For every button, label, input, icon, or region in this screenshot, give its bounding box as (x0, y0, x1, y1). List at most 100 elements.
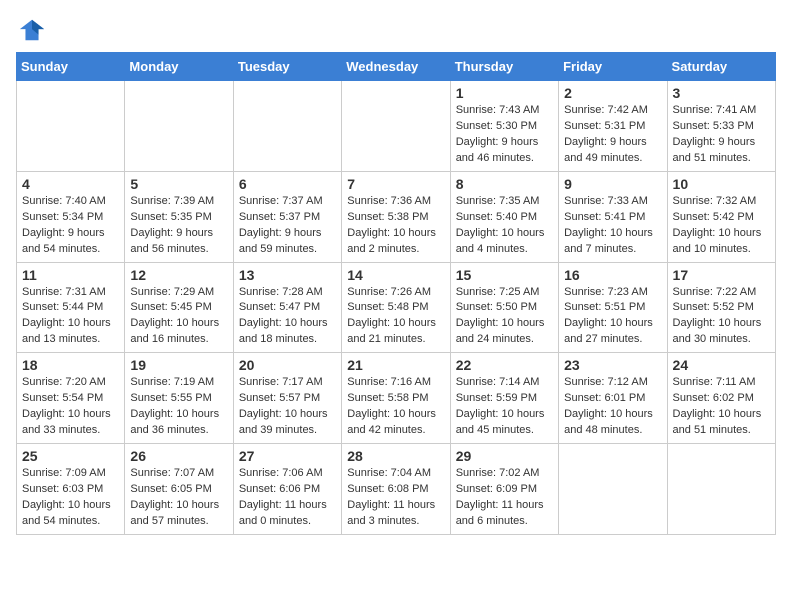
day-info: Sunrise: 7:06 AMSunset: 6:06 PMDaylight:… (239, 466, 336, 530)
day-info: Sunrise: 7:25 AMSunset: 5:50 PMDaylight:… (456, 285, 553, 349)
calendar-cell: 26 Sunrise: 7:07 AMSunset: 6:05 PMDayligh… (125, 444, 233, 535)
calendar-cell: 24 Sunrise: 7:11 AMSunset: 6:02 PMDayligh… (667, 353, 775, 444)
calendar-cell (667, 444, 775, 535)
day-info: Sunrise: 7:22 AMSunset: 5:52 PMDaylight:… (673, 285, 770, 349)
day-number: 8 (456, 176, 553, 192)
day-info: Sunrise: 7:23 AMSunset: 5:51 PMDaylight:… (564, 285, 661, 349)
day-number: 18 (22, 357, 119, 373)
calendar-cell: 13 Sunrise: 7:28 AMSunset: 5:47 PMDayligh… (233, 262, 341, 353)
day-info: Sunrise: 7:17 AMSunset: 5:57 PMDaylight:… (239, 375, 336, 439)
calendar-cell: 15 Sunrise: 7:25 AMSunset: 5:50 PMDayligh… (450, 262, 558, 353)
calendar-cell: 7 Sunrise: 7:36 AMSunset: 5:38 PMDaylight… (342, 171, 450, 262)
day-info: Sunrise: 7:02 AMSunset: 6:09 PMDaylight:… (456, 466, 553, 530)
day-number: 29 (456, 448, 553, 464)
day-number: 10 (673, 176, 770, 192)
calendar-week-4: 18 Sunrise: 7:20 AMSunset: 5:54 PMDayligh… (17, 353, 776, 444)
weekday-header-sunday: Sunday (17, 53, 125, 81)
day-number: 26 (130, 448, 227, 464)
day-info: Sunrise: 7:07 AMSunset: 6:05 PMDaylight:… (130, 466, 227, 530)
day-number: 27 (239, 448, 336, 464)
day-number: 23 (564, 357, 661, 373)
day-info: Sunrise: 7:16 AMSunset: 5:58 PMDaylight:… (347, 375, 444, 439)
calendar-cell: 11 Sunrise: 7:31 AMSunset: 5:44 PMDayligh… (17, 262, 125, 353)
day-number: 20 (239, 357, 336, 373)
calendar-cell: 3Sunrise: 7:41 AMSunset: 5:33 PMDaylight… (667, 81, 775, 172)
calendar-cell: 6 Sunrise: 7:37 AMSunset: 5:37 PMDaylight… (233, 171, 341, 262)
calendar-cell: 27 Sunrise: 7:06 AMSunset: 6:06 PMDayligh… (233, 444, 341, 535)
calendar-cell: 4 Sunrise: 7:40 AMSunset: 5:34 PMDaylight… (17, 171, 125, 262)
day-info: Sunrise: 7:19 AMSunset: 5:55 PMDaylight:… (130, 375, 227, 439)
day-number: 1 (456, 85, 553, 101)
day-info: Sunrise: 7:39 AMSunset: 5:35 PMDaylight:… (130, 194, 227, 258)
calendar-week-5: 25 Sunrise: 7:09 AMSunset: 6:03 PMDayligh… (17, 444, 776, 535)
day-info: Sunrise: 7:04 AMSunset: 6:08 PMDaylight:… (347, 466, 444, 530)
day-info: Sunrise: 7:11 AMSunset: 6:02 PMDaylight:… (673, 375, 770, 439)
calendar-cell: 10 Sunrise: 7:32 AMSunset: 5:42 PMDayligh… (667, 171, 775, 262)
day-info: Sunrise: 7:29 AMSunset: 5:45 PMDaylight:… (130, 285, 227, 349)
weekday-header-thursday: Thursday (450, 53, 558, 81)
calendar-cell (17, 81, 125, 172)
day-info: Sunrise: 7:14 AMSunset: 5:59 PMDaylight:… (456, 375, 553, 439)
calendar-cell (342, 81, 450, 172)
day-info: Sunrise: 7:28 AMSunset: 5:47 PMDaylight:… (239, 285, 336, 349)
day-info: Sunrise: 7:37 AMSunset: 5:37 PMDaylight:… (239, 194, 336, 258)
calendar-cell: 2 Sunrise: 7:42 AMSunset: 5:31 PMDaylight… (559, 81, 667, 172)
day-number: 7 (347, 176, 444, 192)
calendar-cell: 5Sunrise: 7:39 AMSunset: 5:35 PMDaylight… (125, 171, 233, 262)
day-number: 11 (22, 267, 119, 283)
day-info: Sunrise: 7:40 AMSunset: 5:34 PMDaylight:… (22, 194, 119, 258)
calendar-cell: 25 Sunrise: 7:09 AMSunset: 6:03 PMDayligh… (17, 444, 125, 535)
calendar-cell: 8 Sunrise: 7:35 AMSunset: 5:40 PMDaylight… (450, 171, 558, 262)
calendar-week-1: 1 Sunrise: 7:43 AMSunset: 5:30 PMDaylight… (17, 81, 776, 172)
day-info: Sunrise: 7:42 AMSunset: 5:31 PMDaylight:… (564, 103, 661, 167)
day-info: Sunrise: 7:43 AMSunset: 5:30 PMDaylight:… (456, 103, 553, 167)
day-info: Sunrise: 7:33 AMSunset: 5:41 PMDaylight:… (564, 194, 661, 258)
day-number: 15 (456, 267, 553, 283)
calendar-cell: 18 Sunrise: 7:20 AMSunset: 5:54 PMDayligh… (17, 353, 125, 444)
calendar-cell: 1 Sunrise: 7:43 AMSunset: 5:30 PMDaylight… (450, 81, 558, 172)
day-number: 4 (22, 176, 119, 192)
weekday-header-tuesday: Tuesday (233, 53, 341, 81)
day-number: 3 (673, 85, 770, 101)
calendar-cell: 19 Sunrise: 7:19 AMSunset: 5:55 PMDayligh… (125, 353, 233, 444)
day-info: Sunrise: 7:31 AMSunset: 5:44 PMDaylight:… (22, 285, 119, 349)
calendar-cell: 9 Sunrise: 7:33 AMSunset: 5:41 PMDaylight… (559, 171, 667, 262)
calendar-week-3: 11 Sunrise: 7:31 AMSunset: 5:44 PMDayligh… (17, 262, 776, 353)
calendar-cell (125, 81, 233, 172)
day-number: 21 (347, 357, 444, 373)
day-number: 13 (239, 267, 336, 283)
day-number: 12 (130, 267, 227, 283)
weekday-header-friday: Friday (559, 53, 667, 81)
calendar-cell: 16 Sunrise: 7:23 AMSunset: 5:51 PMDayligh… (559, 262, 667, 353)
day-info: Sunrise: 7:35 AMSunset: 5:40 PMDaylight:… (456, 194, 553, 258)
calendar-cell: 23 Sunrise: 7:12 AMSunset: 6:01 PMDayligh… (559, 353, 667, 444)
day-number: 16 (564, 267, 661, 283)
calendar-table: SundayMondayTuesdayWednesdayThursdayFrid… (16, 52, 776, 535)
day-number: 24 (673, 357, 770, 373)
day-number: 14 (347, 267, 444, 283)
day-info: Sunrise: 7:09 AMSunset: 6:03 PMDaylight:… (22, 466, 119, 530)
day-info: Sunrise: 7:20 AMSunset: 5:54 PMDaylight:… (22, 375, 119, 439)
day-number: 22 (456, 357, 553, 373)
day-info: Sunrise: 7:32 AMSunset: 5:42 PMDaylight:… (673, 194, 770, 258)
day-number: 19 (130, 357, 227, 373)
calendar-cell: 21 Sunrise: 7:16 AMSunset: 5:58 PMDayligh… (342, 353, 450, 444)
calendar-cell: 12 Sunrise: 7:29 AMSunset: 5:45 PMDayligh… (125, 262, 233, 353)
calendar-cell: 22 Sunrise: 7:14 AMSunset: 5:59 PMDayligh… (450, 353, 558, 444)
day-info: Sunrise: 7:12 AMSunset: 6:01 PMDaylight:… (564, 375, 661, 439)
day-number: 2 (564, 85, 661, 101)
calendar-cell: 14Sunrise: 7:26 AMSunset: 5:48 PMDayligh… (342, 262, 450, 353)
day-info: Sunrise: 7:36 AMSunset: 5:38 PMDaylight:… (347, 194, 444, 258)
logo (16, 16, 46, 44)
header (16, 16, 776, 44)
logo-bird-icon (18, 16, 46, 44)
calendar-cell (559, 444, 667, 535)
weekday-header-wednesday: Wednesday (342, 53, 450, 81)
day-number: 28 (347, 448, 444, 464)
calendar-cell: 28 Sunrise: 7:04 AMSunset: 6:08 PMDayligh… (342, 444, 450, 535)
calendar-cell: 29 Sunrise: 7:02 AMSunset: 6:09 PMDayligh… (450, 444, 558, 535)
weekday-header-saturday: Saturday (667, 53, 775, 81)
day-number: 25 (22, 448, 119, 464)
day-number: 9 (564, 176, 661, 192)
day-number: 6 (239, 176, 336, 192)
